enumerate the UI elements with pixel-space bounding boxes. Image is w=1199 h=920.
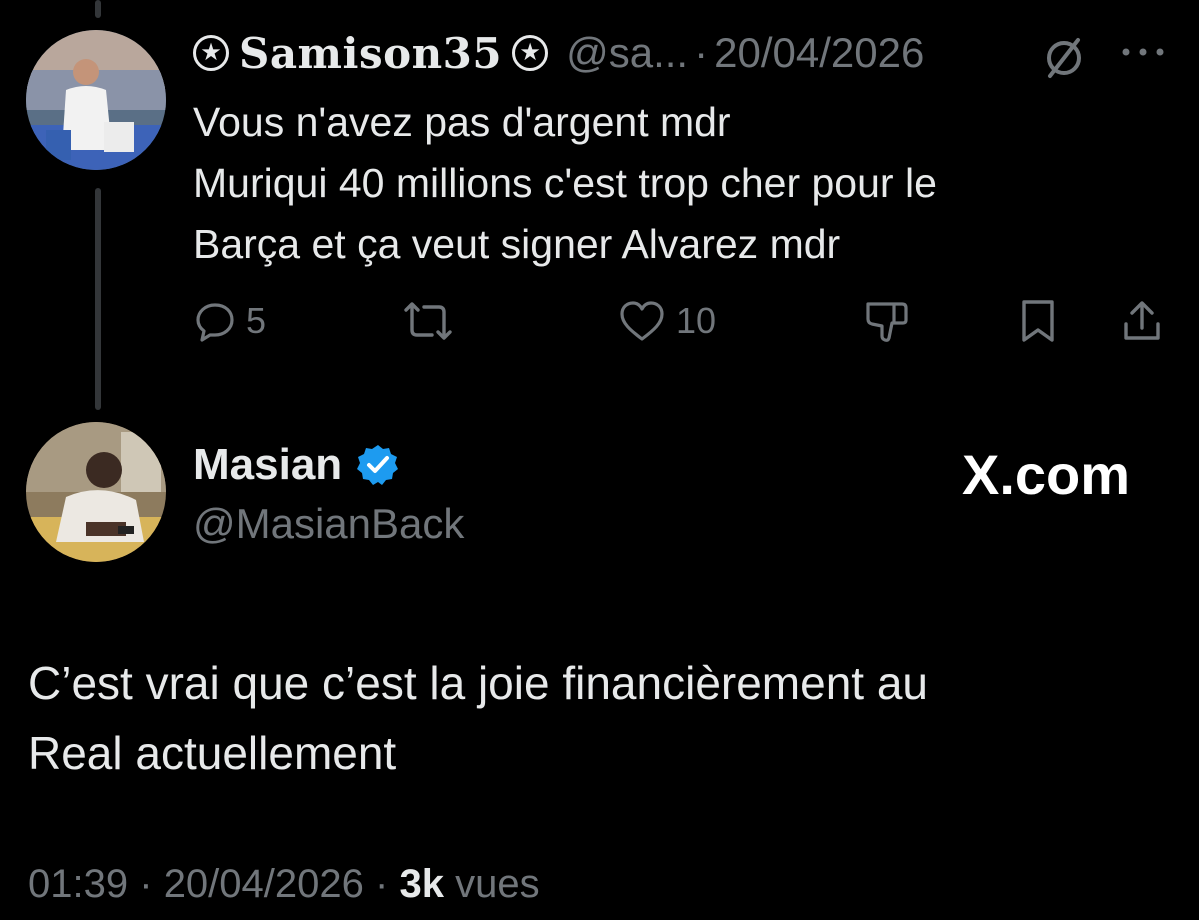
reply-button[interactable]: 5: [194, 296, 266, 346]
grok-icon[interactable]: [1042, 36, 1086, 80]
avatar[interactable]: [26, 422, 166, 562]
share-button[interactable]: [1120, 296, 1164, 346]
main-author: Masian: [193, 440, 400, 490]
separator: ·: [139, 862, 153, 906]
reply-text-line: Barça et ça veut signer Alvarez mdr: [193, 221, 841, 267]
separator: ·: [375, 862, 389, 906]
dislike-icon: [866, 302, 908, 342]
star-icon: ★: [193, 35, 229, 71]
avatar[interactable]: [26, 30, 166, 170]
reply-count: 5: [246, 300, 267, 341]
verified-badge-icon: [357, 445, 399, 485]
action-bar: 5 10: [0, 296, 1199, 346]
repost-button[interactable]: [398, 296, 468, 346]
post-body: C’est vrai que c’est la joie financièrem…: [28, 648, 928, 788]
post-time[interactable]: 01:39: [28, 862, 128, 906]
reply-body: Vous n'avez pas d'argent mdr Muriqui 40 …: [193, 92, 1173, 275]
post-text-line: C’est vrai que c’est la joie financièrem…: [28, 657, 929, 709]
reply-icon: [196, 303, 234, 342]
like-button[interactable]: 10: [618, 296, 716, 346]
post-date[interactable]: 20/04/2026: [164, 862, 364, 906]
views-count: 3k: [399, 862, 444, 906]
author-handle[interactable]: @MasianBack: [193, 500, 464, 548]
dislike-button[interactable]: [862, 296, 912, 346]
bookmark-icon: [1022, 300, 1054, 342]
post-text-line: Real actuellement: [28, 727, 397, 779]
watermark: X.com: [962, 443, 1131, 506]
author-name[interactable]: Samison35: [239, 29, 502, 78]
reply-text-line: Muriqui 40 millions c'est trop cher pour…: [193, 160, 937, 206]
reply-text-line: Vous n'avez pas d'argent mdr: [193, 99, 731, 145]
post-date[interactable]: 20/04/2026: [714, 29, 924, 77]
share-icon: [1124, 301, 1160, 340]
repost-icon: [404, 302, 452, 340]
more-icon[interactable]: [1118, 42, 1168, 62]
reply-header: ★ Samison35 ★ @sa... · 20/04/2026: [193, 27, 924, 79]
thread-connector-top: [95, 0, 101, 18]
post-meta: 01:39 · 20/04/2026 · 3k vues: [28, 862, 540, 907]
separator: ·: [694, 29, 709, 76]
like-count: 10: [676, 300, 717, 341]
author-name[interactable]: Masian: [193, 440, 342, 490]
bookmark-button[interactable]: [1016, 296, 1060, 346]
star-icon: ★: [512, 35, 549, 71]
like-icon: [620, 301, 664, 341]
author-handle[interactable]: @sa...: [566, 29, 688, 77]
views-label: vues: [455, 862, 540, 906]
